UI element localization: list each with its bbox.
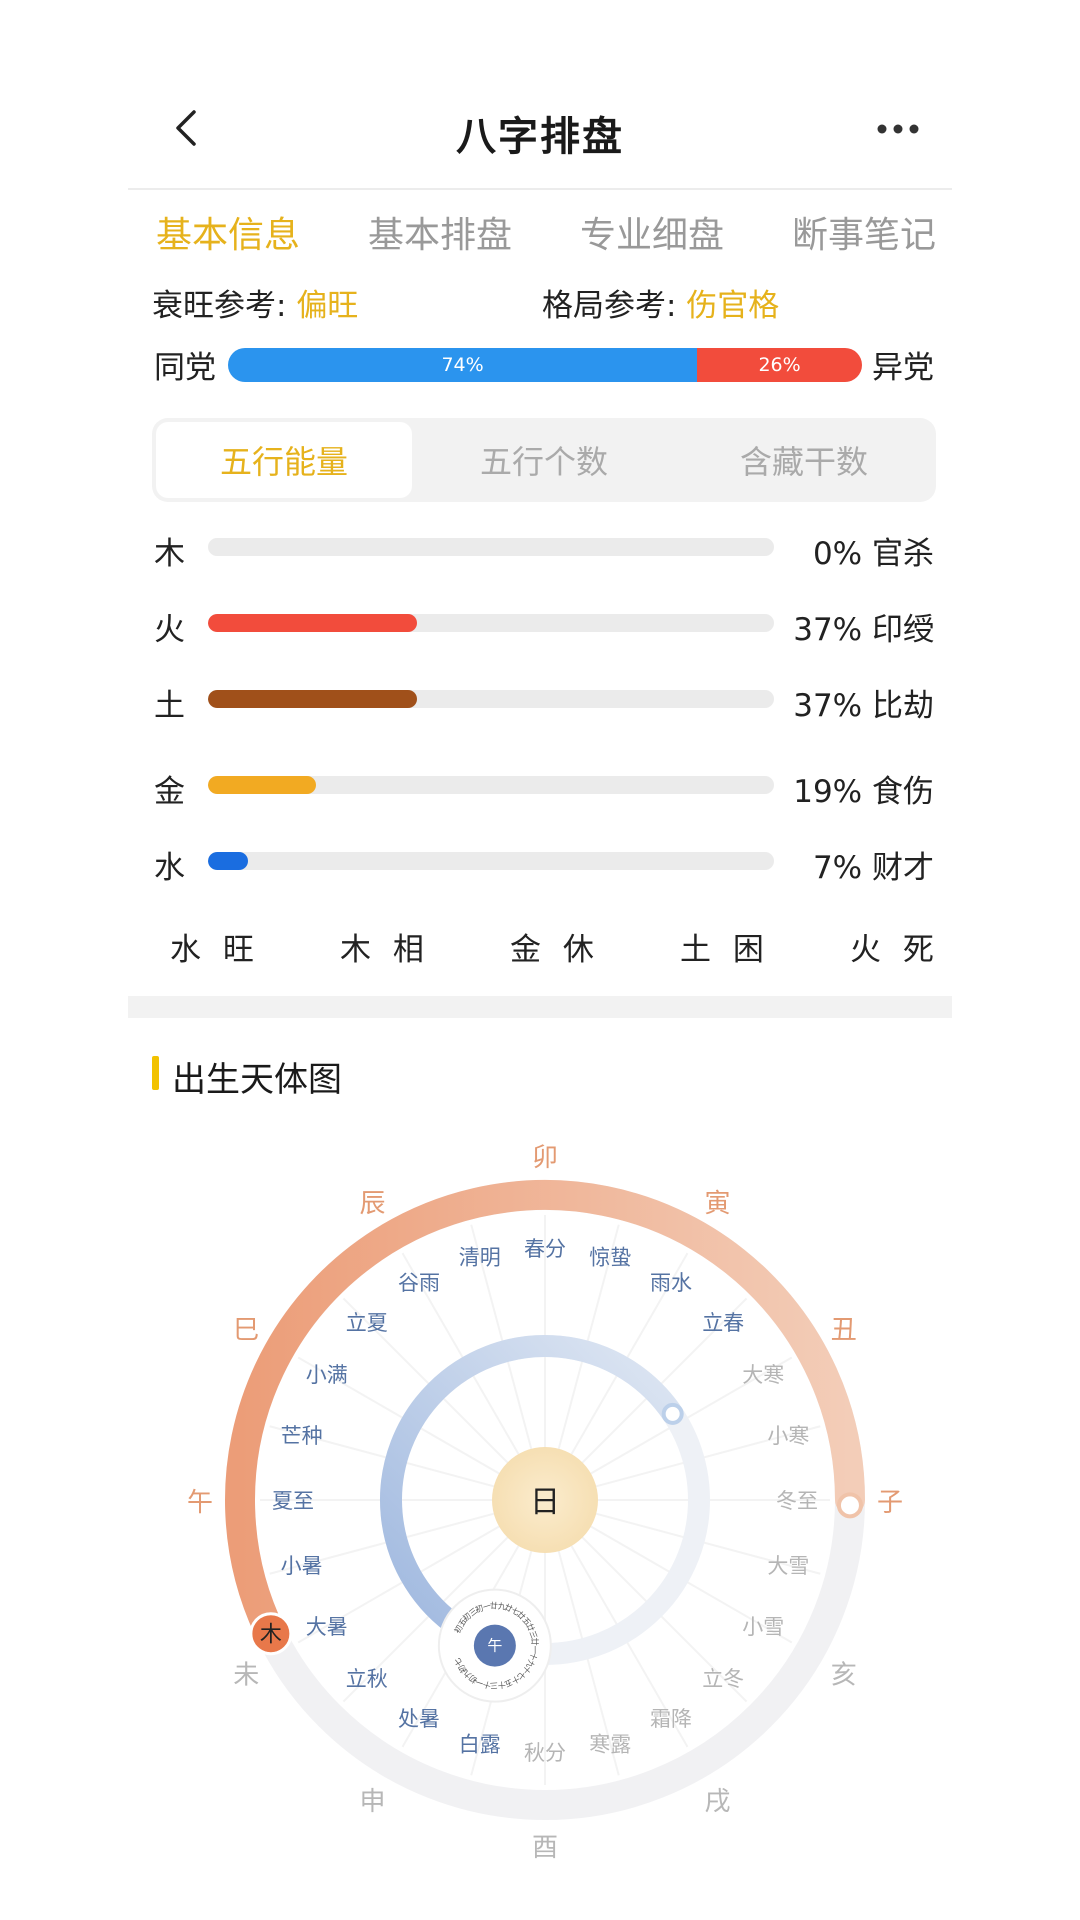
solar-term-label: 春分: [524, 1237, 566, 1261]
solar-term-label: 处暑: [398, 1707, 440, 1731]
branch-label: 戌: [704, 1787, 730, 1817]
solar-term-label: 小满: [306, 1363, 348, 1387]
branch-label: 午: [187, 1488, 213, 1518]
solar-term-label: 小雪: [742, 1615, 784, 1639]
solar-term-label: 立冬: [702, 1667, 744, 1691]
branch-label: 巳: [233, 1316, 259, 1346]
solar-term-label: 大寒: [742, 1363, 784, 1387]
solar-term-label: 秋分: [524, 1741, 566, 1765]
solar-term-label: 寒露: [589, 1732, 631, 1756]
branch-label: 丑: [831, 1316, 857, 1346]
solar-term-label: 大暑: [306, 1615, 348, 1639]
moon-center-label: 午: [487, 1637, 502, 1655]
solar-term-label: 夏至: [272, 1489, 314, 1513]
branch-label: 未: [233, 1661, 259, 1691]
branch-label: 寅: [704, 1189, 730, 1219]
solar-term-label: 大雪: [767, 1554, 809, 1578]
branch-label: 卯: [532, 1143, 558, 1173]
solar-term-label: 芒种: [281, 1424, 323, 1448]
branch-label: 子: [877, 1488, 903, 1518]
birth-celestial-chart: 卯寅丑子亥戌酉 申 未 午 巳 辰 春分 惊蛰雨水立春大寒小寒冬至大雪小雪立冬霜降寒露秋分白…: [187, 1143, 903, 1863]
solar-term-label: 冬至: [776, 1489, 818, 1513]
solar-term-label: 立春: [702, 1311, 744, 1335]
solar-term-label: 小寒: [767, 1424, 809, 1448]
sun-label: 日: [530, 1485, 560, 1520]
solar-term-label: 小暑: [281, 1554, 323, 1578]
solar-term-label: 霜降: [650, 1707, 692, 1731]
solar-term-label: 白露: [459, 1732, 501, 1756]
branch-label: 酉: [532, 1833, 558, 1863]
solar-term-label: 雨水: [650, 1271, 692, 1295]
solar-term-label: 立夏: [346, 1311, 388, 1335]
solar-term-label: 谷雨: [398, 1271, 440, 1295]
moon-dial: 初五初三初一廿九廿七廿五廿三廿一十九十七十五十三十一初九初七 午: [437, 1588, 552, 1703]
solar-term-label: 立秋: [346, 1667, 388, 1691]
solar-term-label: 惊蛰: [589, 1246, 631, 1270]
branch-label: 亥: [831, 1661, 857, 1691]
inner-arc-marker: [661, 1402, 684, 1425]
branch-label: 辰: [359, 1189, 385, 1219]
outer-arc-marker: [836, 1492, 863, 1519]
branch-label: 申: [359, 1787, 385, 1817]
wood-planet-label: 木: [260, 1623, 282, 1648]
solar-term-label: 清明: [459, 1246, 501, 1270]
